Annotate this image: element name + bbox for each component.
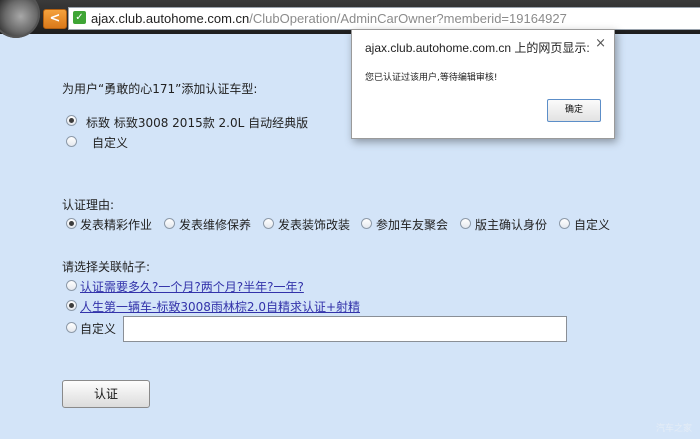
- post-label-custom: 自定义: [80, 322, 117, 336]
- address-bar[interactable]: ✓ ajax.club.autohome.com.cn/ClubOperatio…: [68, 7, 700, 30]
- car-option-label-0: 标致 标致3008 2015款 2.0L 自动经典版: [86, 116, 309, 130]
- reason-radio-3[interactable]: [361, 218, 372, 229]
- reason-label-3: 参加车友聚会: [376, 218, 449, 232]
- reason-label-2: 发表装饰改装: [278, 218, 351, 232]
- url-path: /ClubOperation/AdminCarOwner?memberid=19…: [249, 11, 567, 26]
- reason-label-0: 发表精彩作业: [80, 218, 153, 232]
- reason-radio-2[interactable]: [263, 218, 274, 229]
- secure-check-icon: ✓: [73, 11, 86, 24]
- car-option-label-custom: 自定义: [92, 136, 129, 150]
- custom-post-input[interactable]: [123, 316, 567, 342]
- car-option-radio-0[interactable]: [66, 115, 77, 126]
- reason-radio-4[interactable]: [460, 218, 471, 229]
- reason-label-4: 版主确认身份: [475, 218, 548, 232]
- close-icon[interactable]: ×: [595, 36, 606, 51]
- reason-label-custom: 自定义: [574, 218, 611, 232]
- watermark: 汽车之家: [655, 424, 692, 434]
- alert-dialog: ajax.club.autohome.com.cn 上的网页显示: × 您已认证…: [351, 29, 615, 139]
- post-radio-1[interactable]: [66, 300, 77, 311]
- reason-radio-0[interactable]: [66, 218, 77, 229]
- post-radio-custom[interactable]: [66, 322, 77, 333]
- post-heading: 请选择关联帖子:: [62, 260, 151, 274]
- ok-button[interactable]: 确定: [547, 99, 601, 122]
- post-radio-0[interactable]: [66, 280, 77, 291]
- back-button[interactable]: <: [43, 9, 67, 29]
- submit-button[interactable]: 认证: [62, 380, 150, 408]
- reason-heading: 认证理由:: [62, 198, 115, 212]
- post-link-1[interactable]: 人生第一辆车-标致3008雨林棕2.0自精求认证+射精: [80, 298, 360, 315]
- reason-label-1: 发表维修保养: [179, 218, 252, 232]
- post-link-0[interactable]: 认证需要多久?一个月?两个月?半年?一年?: [80, 278, 304, 295]
- dialog-title: ajax.club.autohome.com.cn 上的网页显示:: [365, 41, 590, 55]
- reason-radio-custom[interactable]: [559, 218, 570, 229]
- dialog-message: 您已认证过该用户,等待编辑审核!: [365, 73, 498, 83]
- browser-logo-icon[interactable]: [0, 0, 40, 38]
- reason-radio-1[interactable]: [164, 218, 175, 229]
- url-host: ajax.club.autohome.com.cn: [91, 11, 250, 26]
- car-option-radio-custom[interactable]: [66, 136, 77, 147]
- form-heading: 为用户“勇敢的心171”添加认证车型:: [62, 82, 258, 96]
